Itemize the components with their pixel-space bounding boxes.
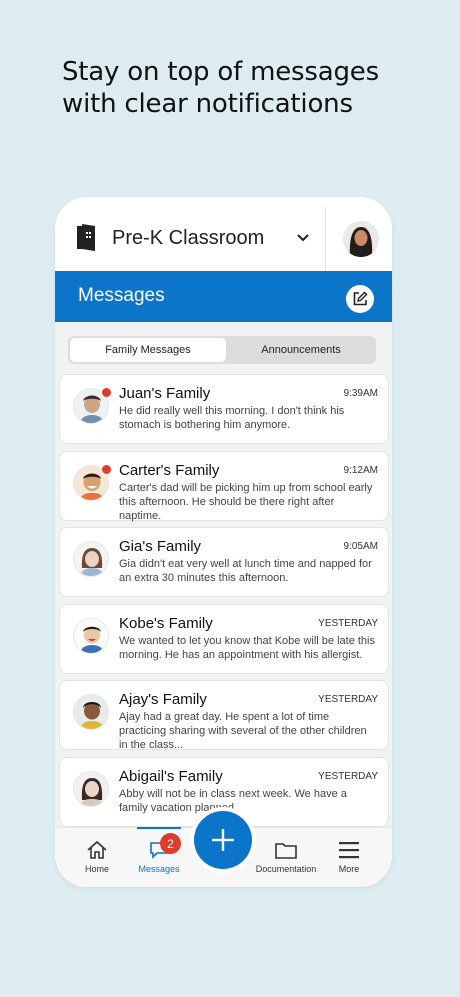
message-card[interactable]: Carter's Family 9:12AM Carter's dad will… — [59, 451, 389, 522]
nav-home[interactable]: Home — [69, 828, 125, 887]
avatar — [73, 541, 109, 577]
nav-documentation-label: Documentation — [255, 864, 317, 874]
message-preview: Abby will not be in class next week. We … — [119, 788, 347, 814]
message-preview: Ajay had a great day. He spent a lot of … — [119, 711, 367, 751]
child-avatar-icon — [74, 695, 108, 729]
message-time: YESTERDAY — [318, 694, 378, 705]
message-time: 9:05AM — [343, 541, 378, 552]
message-time: 9:39AM — [343, 388, 378, 399]
menu-icon — [339, 842, 359, 859]
nav-more[interactable]: More — [331, 828, 367, 887]
tab-family-messages[interactable]: Family Messages — [70, 338, 226, 362]
chevron-down-icon[interactable] — [296, 233, 310, 243]
unread-indicator — [101, 387, 112, 398]
message-preview: He did really well this morning. I don't… — [119, 405, 345, 431]
sender-name: Kobe's Family — [119, 615, 213, 632]
message-card[interactable]: Juan's Family 9:39AM He did really well … — [59, 374, 389, 444]
active-tab-indicator — [137, 827, 181, 829]
compose-icon — [353, 291, 368, 306]
sender-name: Gia's Family — [119, 538, 202, 555]
child-avatar-icon — [74, 772, 108, 806]
tab-announcements[interactable]: Announcements — [228, 338, 374, 362]
sender-name: Juan's Family — [119, 385, 211, 402]
nav-messages-label: Messages — [138, 864, 180, 874]
page-title: Messages — [78, 285, 165, 306]
sender-name: Ajay's Family — [119, 691, 207, 708]
message-time: YESTERDAY — [318, 771, 378, 782]
teacher-avatar-icon — [343, 221, 379, 257]
unread-count-badge: 2 — [160, 833, 181, 854]
message-time: YESTERDAY — [318, 618, 378, 629]
user-avatar[interactable] — [343, 221, 379, 257]
child-avatar-icon — [74, 542, 108, 576]
phone-screen: Pre-K Classroom Messages Family Messages — [55, 197, 392, 887]
top-bar: Pre-K Classroom — [55, 197, 392, 271]
message-time: 9:12AM — [343, 465, 378, 476]
headline-line-2: with clear notifications — [62, 89, 353, 119]
headline: Stay on top of messages with clear notif… — [62, 56, 442, 120]
home-icon — [87, 840, 107, 859]
child-avatar-icon — [74, 619, 108, 653]
classroom-door-icon — [77, 224, 95, 251]
avatar — [73, 694, 109, 730]
headline-line-1: Stay on top of messages — [62, 57, 379, 87]
message-list-area: Family Messages Announcements Juan's Fam… — [55, 322, 392, 827]
folder-icon — [275, 843, 297, 859]
sender-name: Abigail's Family — [119, 768, 223, 785]
message-preview: Carter's dad will be picking him up from… — [119, 482, 373, 522]
message-card[interactable]: Ajay's Family YESTERDAY Ajay had a great… — [59, 680, 389, 751]
avatar — [73, 618, 109, 654]
header-divider — [325, 207, 326, 271]
classroom-selector[interactable]: Pre-K Classroom — [112, 227, 264, 250]
sender-name: Carter's Family — [119, 462, 220, 479]
message-preview: We wanted to let you know that Kobe will… — [119, 635, 375, 661]
message-card[interactable]: Kobe's Family YESTERDAY We wanted to let… — [59, 604, 389, 674]
message-preview: Gia didn't eat very well at lunch time a… — [119, 558, 372, 584]
nav-home-label: Home — [84, 864, 109, 874]
nav-documentation[interactable]: Documentation — [251, 828, 321, 887]
nav-more-label: More — [338, 864, 360, 874]
add-button[interactable] — [194, 811, 252, 869]
avatar — [73, 771, 109, 807]
unread-indicator — [101, 464, 112, 475]
plus-icon — [212, 829, 234, 851]
messages-header: Messages — [55, 271, 392, 322]
message-type-toggle: Family Messages Announcements — [68, 336, 376, 364]
compose-button[interactable] — [346, 285, 374, 313]
message-card[interactable]: Gia's Family 9:05AM Gia didn't eat very … — [59, 527, 389, 597]
